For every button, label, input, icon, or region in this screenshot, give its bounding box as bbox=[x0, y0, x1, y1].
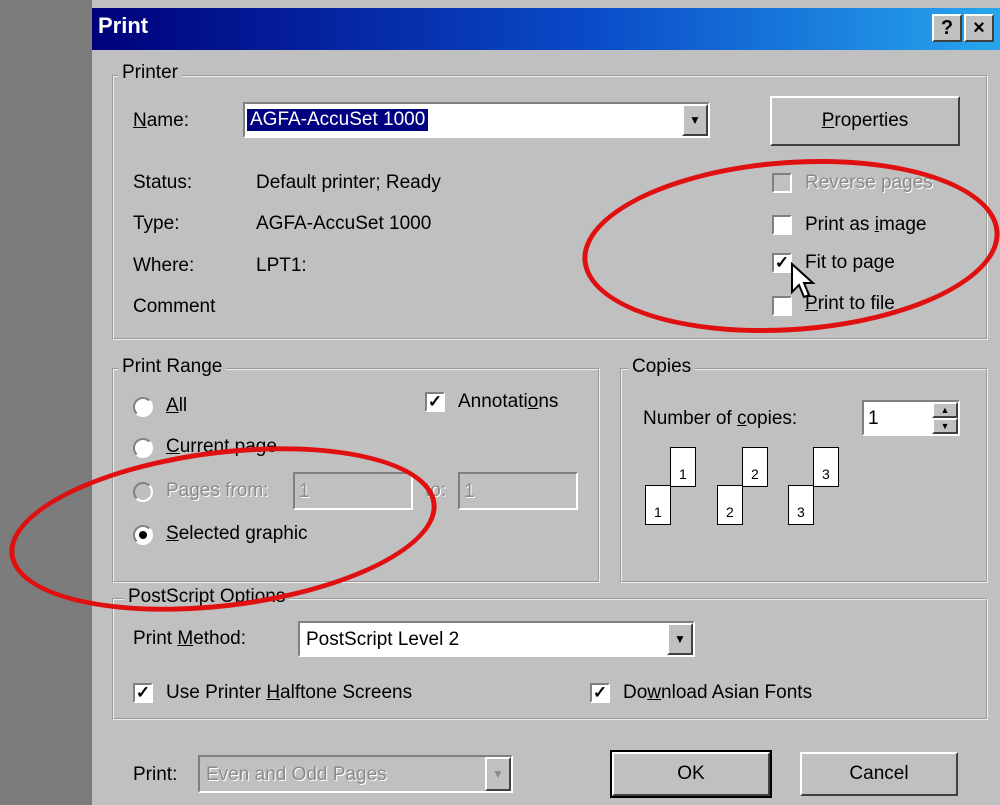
collate-page-number: 3 bbox=[797, 504, 805, 520]
chevron-down-icon: ▼ bbox=[689, 113, 701, 127]
collate-page-number: 1 bbox=[679, 466, 687, 482]
annotations-label: Annotations bbox=[458, 391, 559, 412]
cancel-button[interactable]: Cancel bbox=[800, 752, 958, 796]
collate-page-number: 2 bbox=[751, 466, 759, 482]
copies-value: 1 bbox=[868, 408, 879, 429]
collate-page-front: 3 bbox=[788, 485, 814, 525]
properties-label: Properties bbox=[821, 110, 909, 131]
background-window bbox=[0, 0, 92, 805]
pages-to-value: 1 bbox=[464, 481, 475, 502]
type-label: Type: bbox=[133, 213, 180, 234]
type-value: AGFA-AccuSet 1000 bbox=[256, 213, 432, 234]
checkmark-icon: ✓ bbox=[592, 683, 608, 702]
asian-fonts-label: Download Asian Fonts bbox=[623, 682, 813, 703]
all-label: All bbox=[166, 395, 188, 416]
pages-to-input[interactable]: 1 bbox=[458, 472, 578, 510]
print-pages-value: Even and Odd Pages bbox=[206, 764, 387, 785]
print-pages-combo[interactable]: Even and Odd Pages ▼ bbox=[198, 755, 513, 793]
printer-legend: Printer bbox=[118, 62, 182, 84]
halftone-label: Use Printer Halftone Screens bbox=[166, 682, 413, 703]
asian-fonts-checkbox[interactable]: ✓ bbox=[590, 683, 610, 703]
printer-name-dropdown[interactable]: ▼ bbox=[682, 104, 708, 136]
print-method-dropdown[interactable]: ▼ bbox=[667, 623, 693, 655]
print-method-label: Print Method: bbox=[133, 628, 247, 649]
print-method-combo[interactable]: PostScript Level 2 ▼ bbox=[298, 621, 695, 657]
chevron-down-icon: ▼ bbox=[674, 632, 686, 646]
copies-up-button[interactable]: ▲ bbox=[932, 402, 958, 418]
close-icon: × bbox=[973, 16, 985, 39]
ok-button[interactable]: OK bbox=[610, 750, 772, 798]
copies-spinner[interactable]: 1 ▲ ▼ bbox=[862, 400, 960, 436]
checkmark-icon: ✓ bbox=[135, 683, 151, 702]
copies-legend: Copies bbox=[628, 356, 696, 378]
current-page-radio[interactable] bbox=[133, 438, 153, 458]
print-method-value: PostScript Level 2 bbox=[306, 629, 460, 650]
collate-page-number: 3 bbox=[822, 466, 830, 482]
collate-page-back: 3 bbox=[813, 447, 839, 487]
chevron-down-icon: ▼ bbox=[940, 421, 950, 431]
cancel-label: Cancel bbox=[849, 763, 909, 784]
chevron-down-icon: ▼ bbox=[492, 767, 504, 781]
collate-page-back: 1 bbox=[670, 447, 696, 487]
all-radio[interactable] bbox=[133, 397, 153, 417]
help-button[interactable]: ? bbox=[932, 14, 962, 42]
status-label: Status: bbox=[133, 172, 193, 193]
where-value: LPT1: bbox=[256, 255, 307, 276]
collate-page-back: 2 bbox=[742, 447, 768, 487]
comment-label: Comment bbox=[133, 296, 216, 317]
collate-page-front: 2 bbox=[717, 485, 743, 525]
printer-name-value: AGFA-AccuSet 1000 bbox=[247, 109, 429, 131]
annotations-checkbox[interactable]: ✓ bbox=[425, 392, 445, 412]
number-of-copies-label: Number of copies: bbox=[643, 408, 798, 429]
properties-button[interactable]: Properties bbox=[770, 96, 960, 146]
help-icon: ? bbox=[940, 16, 954, 39]
checkmark-icon: ✓ bbox=[427, 392, 443, 411]
collate-page-number: 2 bbox=[726, 504, 734, 520]
status-value: Default printer; Ready bbox=[256, 172, 441, 193]
dialog-title: Print bbox=[98, 13, 149, 38]
copies-down-button[interactable]: ▼ bbox=[932, 418, 958, 434]
ok-label: OK bbox=[677, 763, 705, 784]
print-label: Print: bbox=[133, 764, 178, 785]
where-label: Where: bbox=[133, 255, 195, 276]
name-label: Name: bbox=[133, 110, 189, 131]
chevron-up-icon: ▲ bbox=[940, 405, 950, 415]
title-bar[interactable] bbox=[92, 8, 1000, 50]
halftone-checkbox[interactable]: ✓ bbox=[133, 683, 153, 703]
collate-page-front: 1 bbox=[645, 485, 671, 525]
printer-name-combo[interactable]: AGFA-AccuSet 1000 ▼ bbox=[243, 102, 710, 138]
print-range-legend: Print Range bbox=[118, 356, 227, 378]
collate-page-number: 1 bbox=[654, 504, 662, 520]
close-button[interactable]: × bbox=[964, 14, 994, 42]
print-pages-dropdown[interactable]: ▼ bbox=[485, 757, 511, 791]
